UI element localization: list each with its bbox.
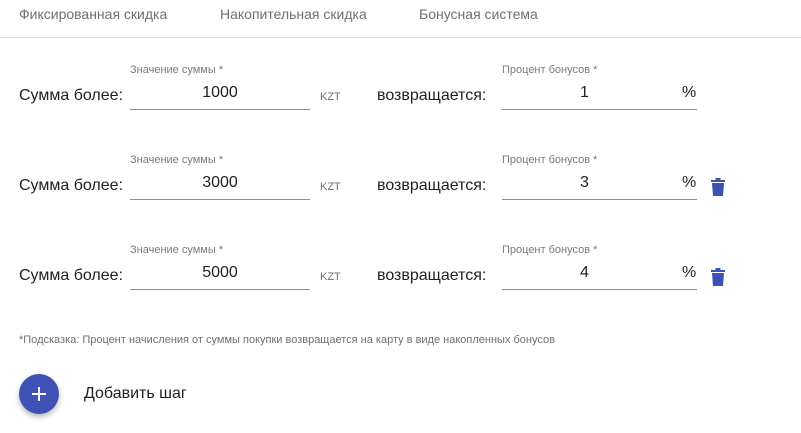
add-step-button[interactable] <box>19 374 59 414</box>
percent-caption: Процент бонусов * <box>502 64 598 76</box>
currency-suffix: KZT <box>320 271 341 283</box>
returns-label: возвращается: <box>377 177 487 194</box>
percent-suffix: % <box>682 264 697 281</box>
trash-icon <box>711 268 725 286</box>
tab-cumulative-discount[interactable]: Накопительная скидка <box>220 6 367 22</box>
tab-bonus-system[interactable]: Бонусная система <box>419 6 538 22</box>
amount-field[interactable]: Значение суммы * 3000 <box>130 150 310 200</box>
percent-value[interactable]: 3 <box>502 174 667 192</box>
amount-label: Сумма более: <box>19 87 124 104</box>
amount-label: Сумма более: <box>19 177 124 194</box>
amount-caption: Значение суммы * <box>130 244 224 256</box>
percent-value[interactable]: 1 <box>502 84 667 102</box>
amount-field[interactable]: Значение суммы * 1000 <box>130 60 310 110</box>
percent-field[interactable]: Процент бонусов * 3 <box>502 150 697 200</box>
percent-suffix: % <box>682 84 697 101</box>
percent-value[interactable]: 4 <box>502 264 667 282</box>
delete-step-button[interactable] <box>708 266 728 288</box>
amount-value[interactable]: 5000 <box>130 264 310 282</box>
returns-label: возвращается: <box>377 267 487 284</box>
step-row: Сумма более: Значение суммы * 1000 KZT в… <box>0 60 801 120</box>
step-row: Сумма более: Значение суммы * 3000 KZT в… <box>0 150 801 210</box>
amount-label: Сумма более: <box>19 267 124 284</box>
amount-value[interactable]: 3000 <box>130 174 310 192</box>
plus-icon <box>32 387 46 401</box>
amount-value[interactable]: 1000 <box>130 84 310 102</box>
percent-caption: Процент бонусов * <box>502 244 598 256</box>
currency-suffix: KZT <box>320 181 341 193</box>
step-row: Сумма более: Значение суммы * 5000 KZT в… <box>0 240 801 300</box>
percent-field[interactable]: Процент бонусов * 4 <box>502 240 697 290</box>
amount-field[interactable]: Значение суммы * 5000 <box>130 240 310 290</box>
add-step-label[interactable]: Добавить шаг <box>84 385 187 403</box>
trash-icon <box>711 178 725 196</box>
amount-caption: Значение суммы * <box>130 64 224 76</box>
tab-fixed-discount[interactable]: Фиксированная скидка <box>19 6 167 22</box>
amount-caption: Значение суммы * <box>130 154 224 166</box>
delete-step-button[interactable] <box>708 176 728 198</box>
tab-bar: Фиксированная скидка Накопительная скидк… <box>0 0 801 38</box>
percent-field[interactable]: Процент бонусов * 1 <box>502 60 697 110</box>
returns-label: возвращается: <box>377 87 487 104</box>
percent-caption: Процент бонусов * <box>502 154 598 166</box>
hint-text: *Подсказка: Процент начисления от суммы … <box>19 334 555 346</box>
currency-suffix: KZT <box>320 91 341 103</box>
percent-suffix: % <box>682 174 697 191</box>
